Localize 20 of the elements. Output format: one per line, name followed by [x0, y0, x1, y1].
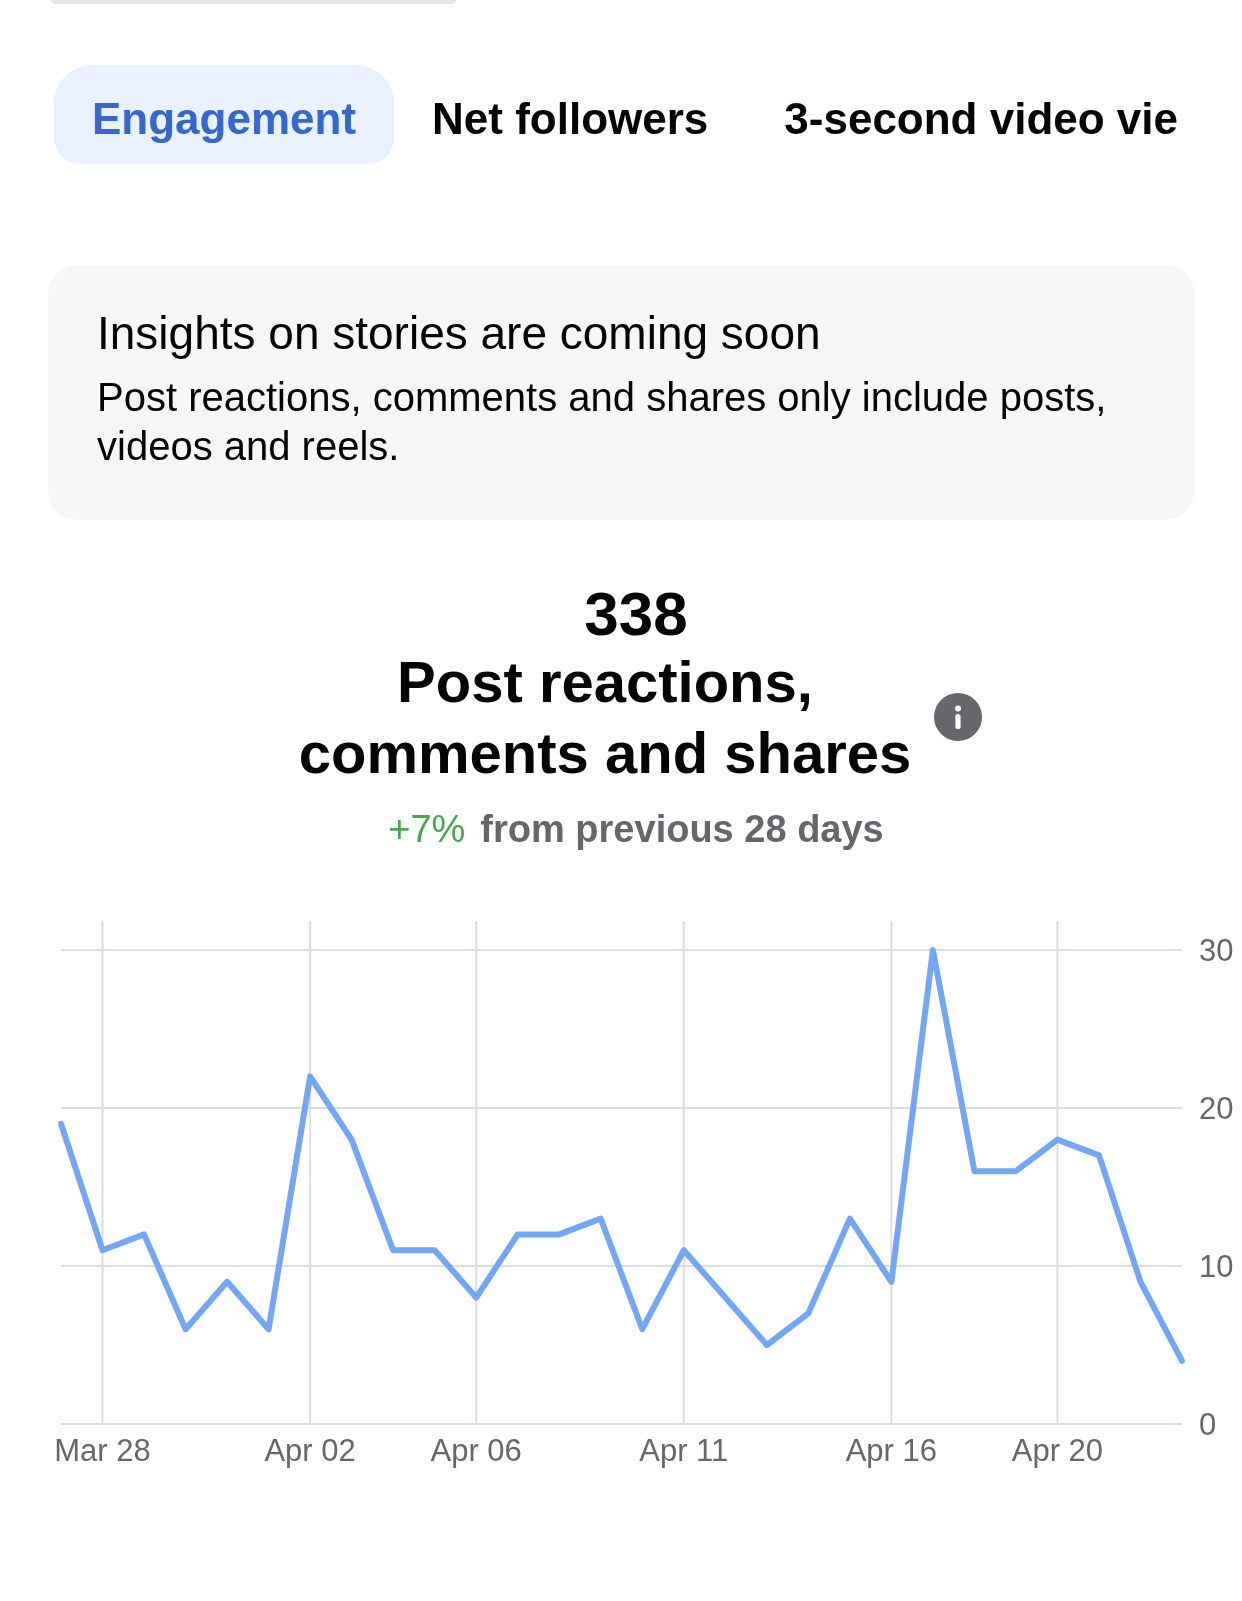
- x-axis-label: Apr 06: [430, 1433, 522, 1468]
- y-axis-label: 30: [1199, 933, 1234, 968]
- x-axis-label: Mar 28: [54, 1433, 151, 1468]
- metric-value: 338: [584, 582, 688, 646]
- tab[interactable]: Net followers: [394, 65, 747, 164]
- notice-title: Insights on stories are coming soon: [97, 306, 822, 361]
- y-axis-label: 0: [1199, 1407, 1217, 1442]
- y-axis-label: 10: [1199, 1249, 1234, 1284]
- x-axis-label: Apr 20: [1011, 1433, 1104, 1468]
- x-axis-label: Apr 11: [639, 1433, 729, 1468]
- notice-text: Post reactions, comments and shares only include posts, videos and reels.: [97, 374, 1108, 470]
- metric-title: Post reactions, comments and shares: [297, 648, 913, 787]
- x-axis-label: Apr 16: [845, 1433, 938, 1468]
- x-axis-label: Apr 02: [264, 1433, 356, 1468]
- y-axis-label: 20: [1199, 1091, 1234, 1126]
- tab[interactable]: 3-second video vie: [746, 65, 1217, 164]
- comparison-text: from previous 28 days: [480, 807, 884, 852]
- change-percent: +7%: [388, 807, 466, 852]
- tab[interactable]: Engagement: [54, 65, 395, 164]
- info-icon[interactable]: [934, 693, 982, 741]
